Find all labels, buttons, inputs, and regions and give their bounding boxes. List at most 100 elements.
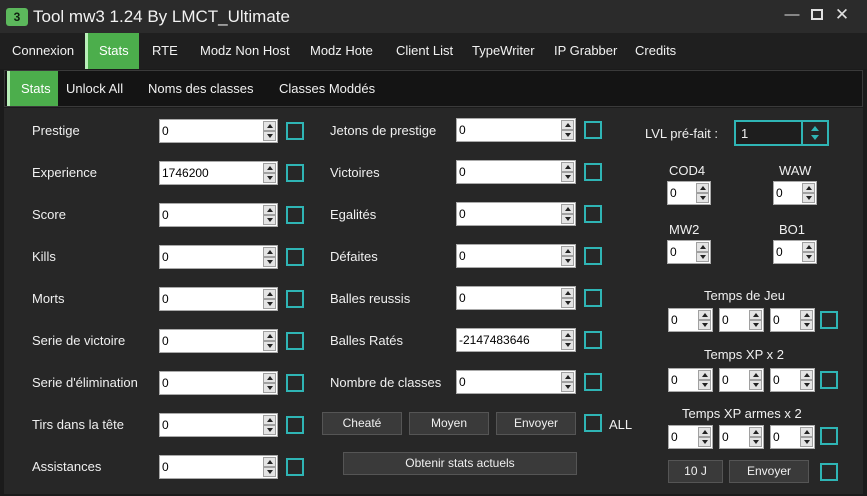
maximize-button[interactable] <box>806 5 828 25</box>
all-label: ALL <box>609 417 633 432</box>
victoires-checkbox[interactable] <box>584 163 602 181</box>
balles-rates-input[interactable]: -2147483646 <box>456 328 576 352</box>
field-label: Egalités <box>330 207 377 222</box>
envoyer-button[interactable]: Envoyer <box>496 412 576 435</box>
serie-elimination-input[interactable]: 0 <box>159 371 278 395</box>
envoyer-temps-checkbox[interactable] <box>820 463 838 481</box>
jetons-prestige-checkbox[interactable] <box>584 121 602 139</box>
10j-button[interactable]: 10 J <box>668 460 723 483</box>
tab-typewriter[interactable]: TypeWriter <box>472 33 535 69</box>
obtenir-stats-button[interactable]: Obtenir stats actuels <box>343 452 577 475</box>
field-label: Serie de victoire <box>32 333 126 348</box>
balles-rates-checkbox[interactable] <box>584 331 602 349</box>
subtab-classes-moddes[interactable]: Classes Moddés <box>279 71 375 106</box>
temps-jeu-days-input[interactable]: 0 <box>668 308 713 332</box>
field-label: Serie d'élimination <box>32 375 138 390</box>
defaites-input[interactable]: 0 <box>456 244 576 268</box>
experience-input[interactable]: 1746200 <box>159 161 278 185</box>
tirs-tete-checkbox[interactable] <box>286 416 304 434</box>
field-label: Kills <box>32 249 56 264</box>
tab-stats[interactable]: Stats <box>85 33 139 69</box>
temps-xp-hours-input[interactable]: 0 <box>719 368 764 392</box>
lvl-spinner[interactable] <box>801 122 827 144</box>
serie-elimination-checkbox[interactable] <box>286 374 304 392</box>
minimize-button[interactable]: — <box>781 5 803 25</box>
temps-jeu-checkbox[interactable] <box>820 311 838 329</box>
tab-credits[interactable]: Credits <box>635 33 676 69</box>
score-input[interactable]: 0 <box>159 203 278 227</box>
balles-reussis-checkbox[interactable] <box>584 289 602 307</box>
tab-ip-grabber[interactable]: IP Grabber <box>554 33 617 69</box>
mw2-input[interactable]: 0 <box>667 240 711 264</box>
field-label: Morts <box>32 291 65 306</box>
assistances-checkbox[interactable] <box>286 458 304 476</box>
serie-victoire-checkbox[interactable] <box>286 332 304 350</box>
temps-de-jeu-label: Temps de Jeu <box>704 288 785 303</box>
temps-xp-armes-minutes-input[interactable]: 0 <box>770 425 815 449</box>
prestige-input[interactable]: 0 <box>159 119 278 143</box>
subtab-noms-des-classes[interactable]: Noms des classes <box>148 71 253 106</box>
victoires-input[interactable]: 0 <box>456 160 576 184</box>
top-nav: Connexion Stats RTE Modz Non Host Modz H… <box>0 33 867 69</box>
assistances-input[interactable]: 0 <box>159 455 278 479</box>
score-checkbox[interactable] <box>286 206 304 224</box>
temps-xp-label: Temps XP x 2 <box>704 347 784 362</box>
bo1-input[interactable]: 0 <box>773 240 817 264</box>
tab-modz-hote[interactable]: Modz Hote <box>310 33 373 69</box>
app-icon: 3 <box>6 8 28 26</box>
tab-connexion[interactable]: Connexion <box>12 33 74 69</box>
nombre-classes-input[interactable]: 0 <box>456 370 576 394</box>
field-label: Experience <box>32 165 98 180</box>
subtab-stats[interactable]: Stats <box>7 71 58 106</box>
waw-input[interactable]: 0 <box>773 181 817 205</box>
mw2-label: MW2 <box>669 222 700 237</box>
temps-jeu-minutes-input[interactable]: 0 <box>770 308 815 332</box>
cheate-button[interactable]: Cheaté <box>322 412 402 435</box>
field-label: Score <box>32 207 66 222</box>
bo1-label: BO1 <box>779 222 806 237</box>
field-label: Assistances <box>32 459 102 474</box>
kills-checkbox[interactable] <box>286 248 304 266</box>
temps-xp-armes-days-input[interactable]: 0 <box>668 425 713 449</box>
temps-xp-armes-checkbox[interactable] <box>820 427 838 445</box>
balles-reussis-input[interactable]: 0 <box>456 286 576 310</box>
temps-xp-armes-hours-input[interactable]: 0 <box>719 425 764 449</box>
all-checkbox[interactable] <box>584 414 602 432</box>
cod4-label: COD4 <box>669 163 706 178</box>
prestige-checkbox[interactable] <box>286 122 304 140</box>
field-label: Défaites <box>330 249 378 264</box>
egalites-input[interactable]: 0 <box>456 202 576 226</box>
moyen-button[interactable]: Moyen <box>409 412 489 435</box>
field-label: Victoires <box>330 165 380 180</box>
subtab-unlock-all[interactable]: Unlock All <box>66 71 123 106</box>
lvl-input[interactable]: 1 <box>734 120 829 146</box>
defaites-checkbox[interactable] <box>584 247 602 265</box>
window-title: Tool mw3 1.24 By LMCT_Ultimate <box>33 7 290 26</box>
temps-xp-minutes-input[interactable]: 0 <box>770 368 815 392</box>
temps-jeu-hours-input[interactable]: 0 <box>719 308 764 332</box>
cod4-input[interactable]: 0 <box>667 181 711 205</box>
nombre-classes-checkbox[interactable] <box>584 373 602 391</box>
temps-xp-days-input[interactable]: 0 <box>668 368 713 392</box>
lvl-label: LVL pré-fait : <box>645 126 718 141</box>
kills-input[interactable]: 0 <box>159 245 278 269</box>
field-label: Tirs dans la tête <box>32 417 125 432</box>
temps-xp-checkbox[interactable] <box>820 371 838 389</box>
field-label: Balles Ratés <box>330 333 403 348</box>
field-label: Balles reussis <box>330 291 411 306</box>
field-label: Nombre de classes <box>330 375 442 390</box>
sub-nav: Stats Unlock All Noms des classes Classe… <box>4 70 863 107</box>
experience-checkbox[interactable] <box>286 164 304 182</box>
egalites-checkbox[interactable] <box>584 205 602 223</box>
field-label: Prestige <box>32 123 80 138</box>
morts-checkbox[interactable] <box>286 290 304 308</box>
tab-modz-non-host[interactable]: Modz Non Host <box>200 33 290 69</box>
envoyer-temps-button[interactable]: Envoyer <box>729 460 809 483</box>
tirs-tete-input[interactable]: 0 <box>159 413 278 437</box>
tab-client-list[interactable]: Client List <box>396 33 453 69</box>
jetons-prestige-input[interactable]: 0 <box>456 118 576 142</box>
morts-input[interactable]: 0 <box>159 287 278 311</box>
tab-rte[interactable]: RTE <box>152 33 178 69</box>
close-button[interactable]: ✕ <box>831 5 853 25</box>
serie-victoire-input[interactable]: 0 <box>159 329 278 353</box>
